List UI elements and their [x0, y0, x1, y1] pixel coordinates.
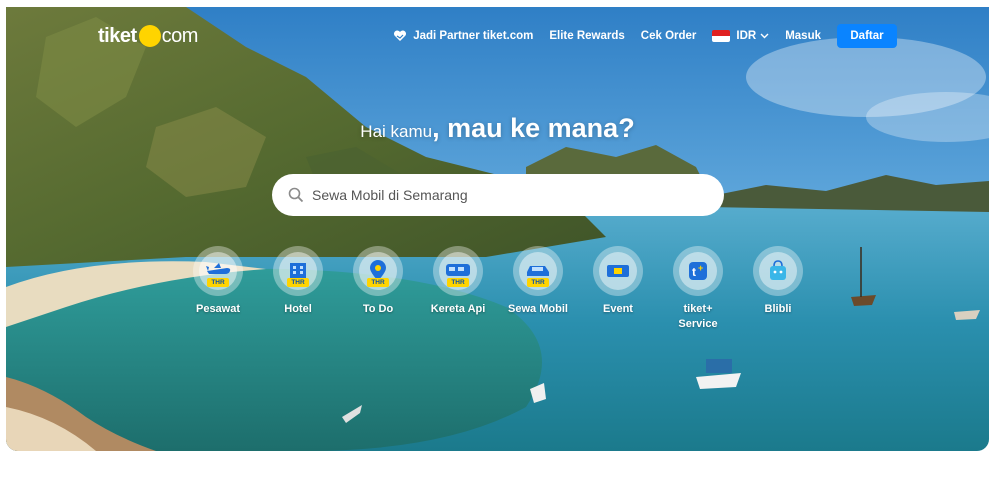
logo-text-left: tiket: [98, 24, 137, 47]
indonesia-flag-icon: [712, 30, 731, 42]
thr-badge: THR: [447, 278, 469, 287]
login-link[interactable]: Masuk: [785, 30, 821, 42]
category-label: Blibli: [764, 303, 792, 315]
car-icon: THR: [519, 252, 557, 290]
cek-order-link[interactable]: Cek Order: [641, 30, 697, 42]
elite-rewards-label: Elite Rewards: [549, 30, 625, 42]
category-circle: THR: [513, 246, 563, 296]
svg-text:+: +: [698, 263, 703, 273]
category-circle: t +: [673, 246, 723, 296]
logo-dot: [138, 25, 161, 47]
category-label-line2: Service: [678, 318, 718, 330]
blibli-bag-icon: [759, 252, 797, 290]
register-label: Daftar: [850, 30, 884, 42]
currency-label: IDR: [736, 30, 757, 42]
partner-link[interactable]: Jadi Partner tiket.com: [393, 30, 533, 42]
category-label: tiket+ Service: [658, 302, 738, 332]
currency-selector[interactable]: IDR: [712, 30, 769, 42]
top-navbar: tiket com Jadi Partner tiket.com Elite R…: [6, 21, 989, 51]
search-icon: [288, 187, 304, 203]
cek-order-label: Cek Order: [640, 30, 697, 42]
category-label: Sewa Mobil: [508, 303, 568, 315]
category-blibli[interactable]: Blibli: [738, 246, 818, 317]
category-circle: THR: [193, 246, 243, 296]
plane-icon: THR: [199, 252, 237, 290]
nav-links: Jadi Partner tiket.com Elite Rewards Cek…: [377, 21, 897, 51]
category-tiket-plus[interactable]: t + tiket+ Service: [658, 246, 738, 332]
thr-badge: THR: [527, 278, 549, 287]
category-sewa-mobil[interactable]: THR Sewa Mobil: [498, 246, 578, 317]
category-kereta-api[interactable]: THR Kereta Api: [418, 246, 498, 317]
ticket-icon: [599, 252, 637, 290]
tiket-plus-icon: t +: [679, 252, 717, 290]
hotel-icon: THR: [279, 252, 317, 290]
headline-greeting: Hai kamu: [360, 122, 433, 141]
category-pesawat[interactable]: THR Pesawat: [178, 246, 258, 317]
svg-text:t: t: [692, 265, 696, 279]
category-label: Event: [603, 303, 633, 315]
category-hotel[interactable]: THR Hotel: [258, 246, 338, 317]
category-circle: THR: [273, 246, 323, 296]
logo-text-right: com: [161, 24, 199, 47]
login-label: Masuk: [785, 30, 821, 42]
hero-background-image: [6, 7, 989, 451]
chevron-down-icon: [760, 33, 769, 39]
elite-rewards-link[interactable]: Elite Rewards: [549, 30, 624, 42]
category-label: Pesawat: [195, 303, 241, 315]
hero-banner: tiket com Jadi Partner tiket.com Elite R…: [6, 7, 989, 451]
category-event[interactable]: Event: [578, 246, 658, 317]
thr-badge: THR: [207, 278, 229, 287]
category-circle: THR: [353, 246, 403, 296]
category-todo[interactable]: THR To Do: [338, 246, 418, 317]
partner-label: Jadi Partner tiket.com: [413, 30, 534, 42]
category-label-line1: tiket+: [683, 303, 713, 315]
hero-headline: Hai kamu, mau ke mana?: [6, 113, 989, 144]
category-label: Hotel: [284, 303, 312, 315]
search-bar[interactable]: [272, 174, 724, 216]
category-label: To Do: [362, 303, 394, 315]
category-circle: [753, 246, 803, 296]
thr-badge: THR: [287, 278, 309, 287]
category-menu: THR Pesawat THR Hotel THR To Do THR Kere…: [190, 246, 810, 346]
headline-question: , mau ke mana?: [432, 113, 635, 143]
pin-icon: THR: [359, 252, 397, 290]
tiket-logo[interactable]: tiket com: [98, 23, 198, 49]
category-circle: [593, 246, 643, 296]
category-label: Kereta Api: [430, 303, 486, 315]
thr-badge: THR: [367, 278, 389, 287]
search-input[interactable]: [312, 187, 692, 203]
train-icon: THR: [439, 252, 477, 290]
register-button[interactable]: Daftar: [837, 24, 897, 48]
handshake-heart-icon: [393, 30, 407, 42]
category-circle: THR: [433, 246, 483, 296]
